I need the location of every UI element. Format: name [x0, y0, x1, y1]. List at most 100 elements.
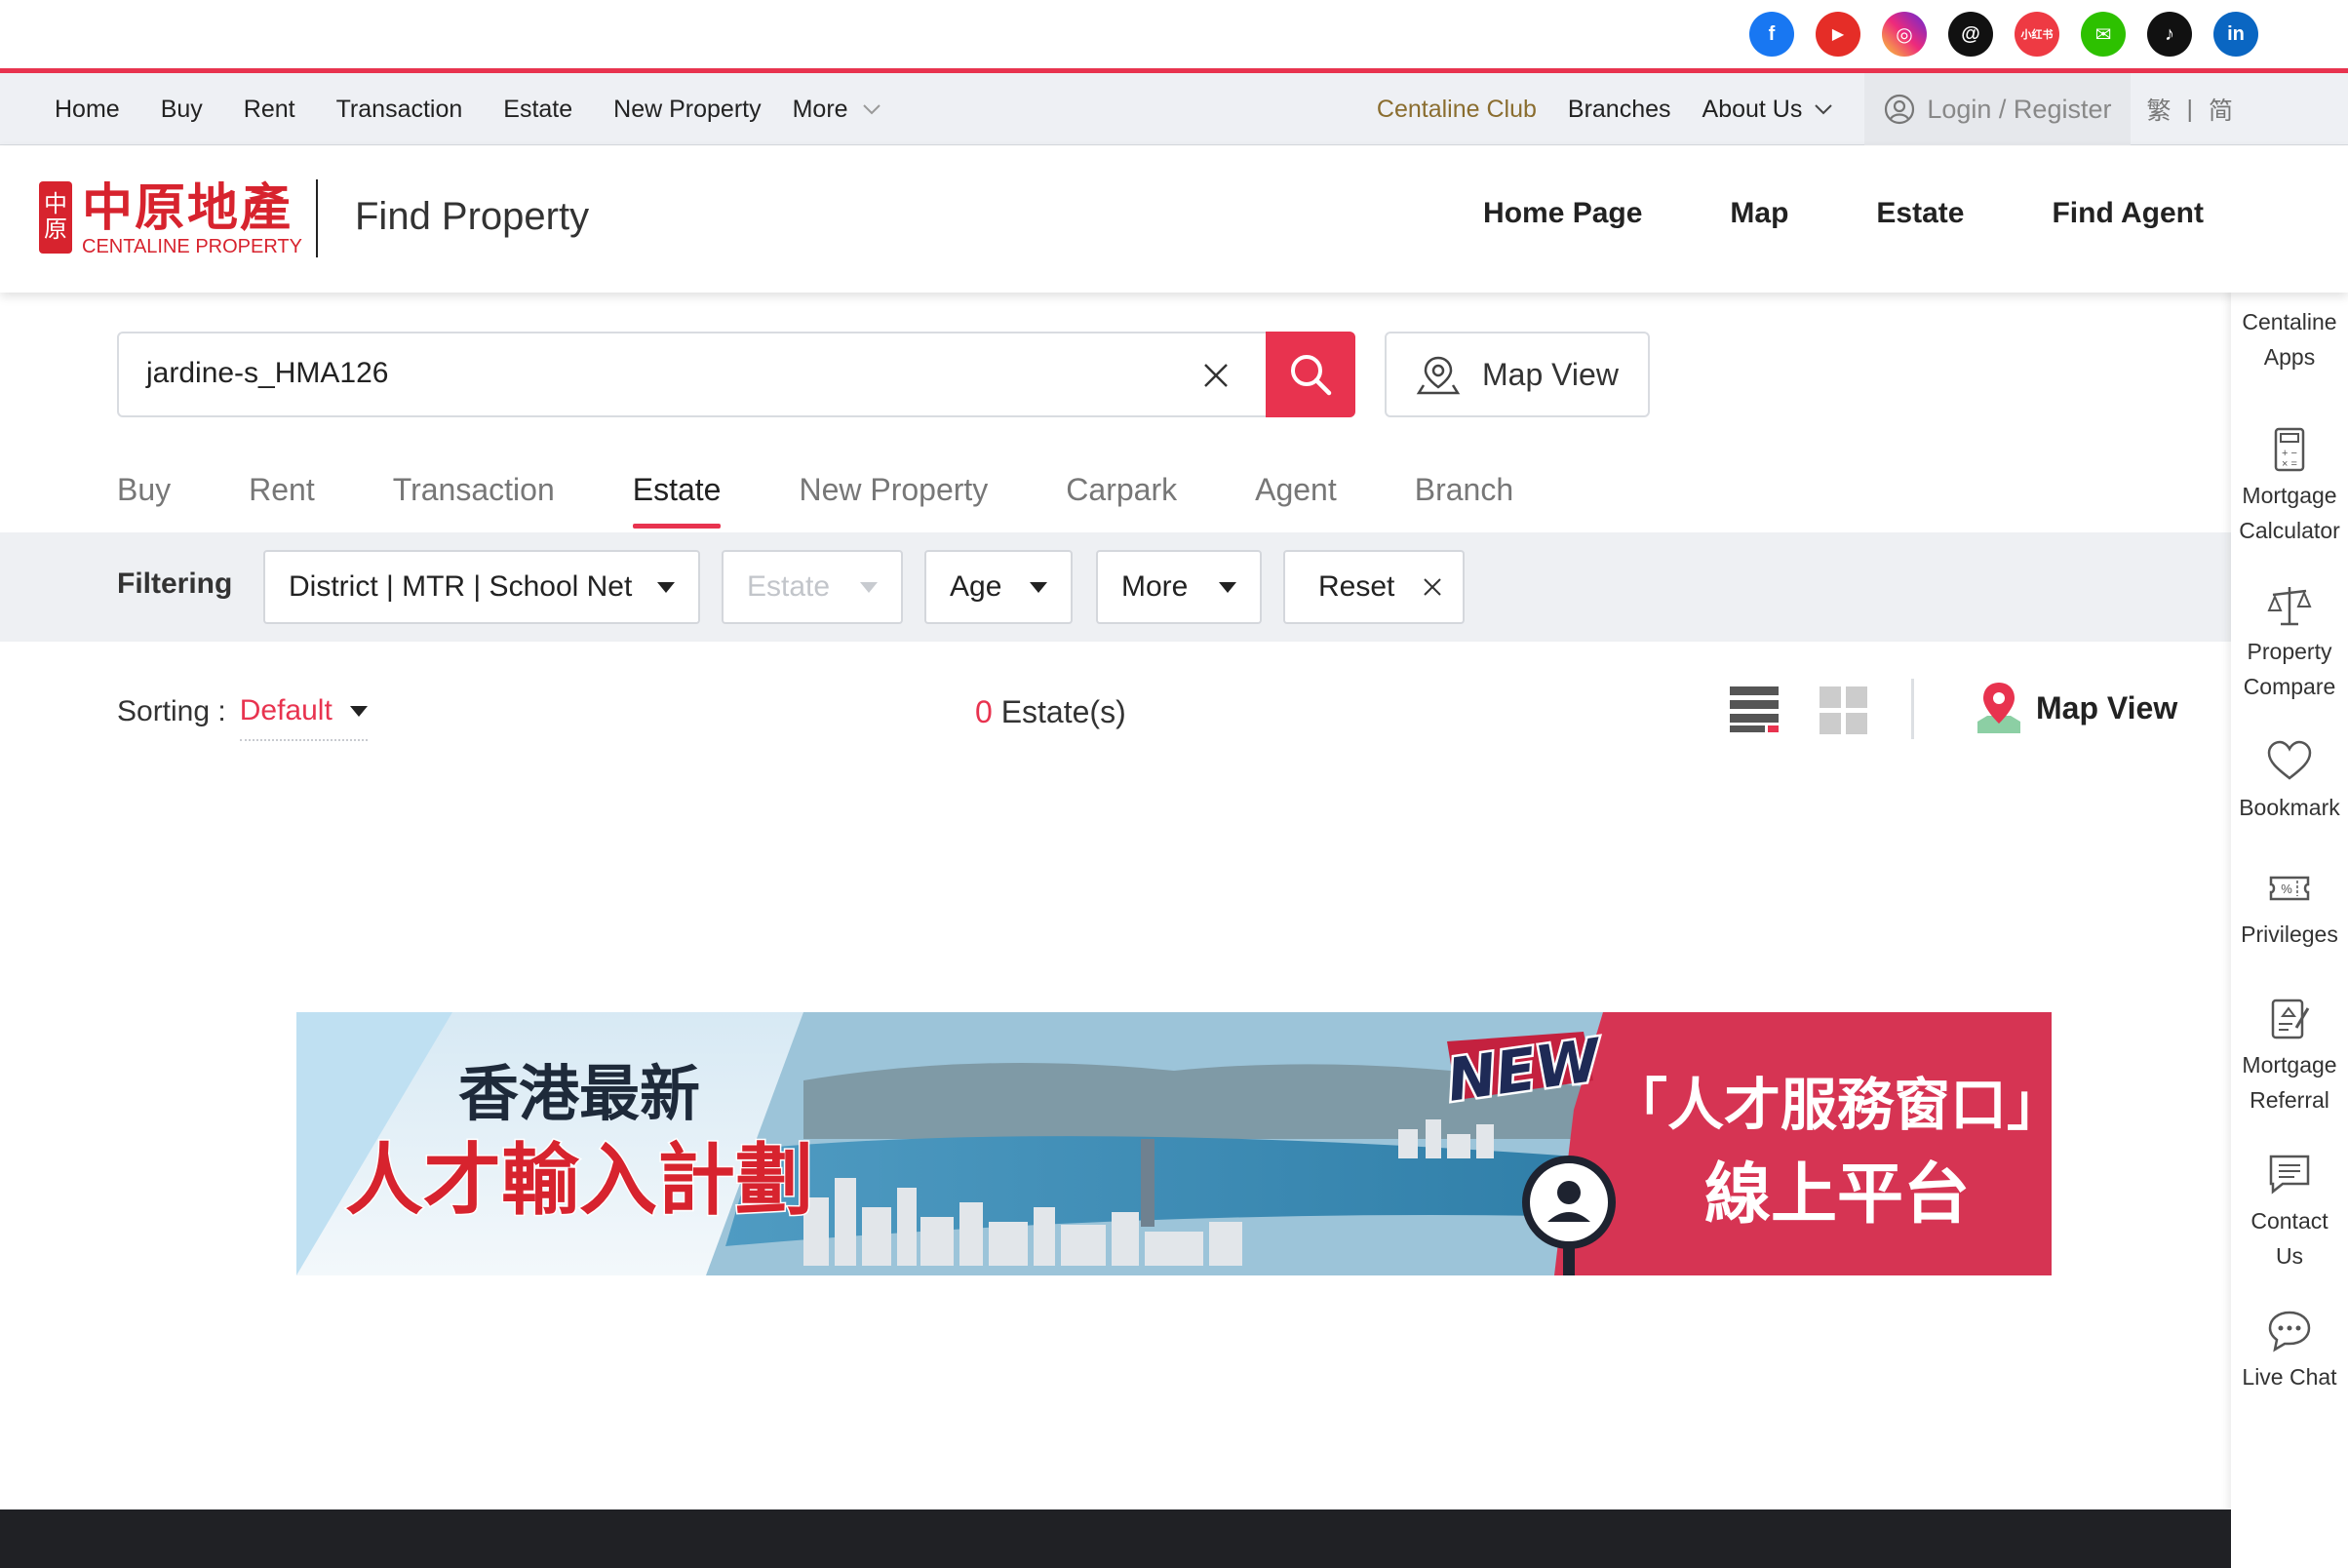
- sidebar-label: Us: [2275, 1243, 2304, 1269]
- grid-view-icon[interactable]: [1820, 686, 1868, 735]
- result-count: 0 Estate(s): [975, 694, 1126, 730]
- nav-map[interactable]: Map: [1730, 197, 1788, 230]
- youtube-icon[interactable]: ▶: [1816, 12, 1860, 57]
- tab-buy[interactable]: Buy: [117, 472, 171, 532]
- linkedin-icon[interactable]: in: [2213, 12, 2258, 57]
- sidebar-item-mortgage-calculator[interactable]: + − × = Mortgage Calculator: [2231, 425, 2348, 548]
- banner-line2: 人才輸入計劃: [345, 1135, 813, 1226]
- reset-filter-button[interactable]: Reset: [1283, 550, 1465, 624]
- caret-down-icon: [1219, 581, 1236, 593]
- district-filter-label: District | MTR | School Net: [289, 570, 633, 603]
- threads-icon[interactable]: @: [1948, 12, 1993, 57]
- map-pin-icon: [1416, 356, 1461, 395]
- caret-down-icon: [657, 581, 675, 593]
- sorting-value: Default: [239, 694, 333, 726]
- nav-estate[interactable]: Estate: [1876, 197, 1964, 230]
- tab-agent[interactable]: Agent: [1255, 472, 1337, 532]
- tab-transaction[interactable]: Transaction: [393, 472, 555, 532]
- sidebar-label: Centaline: [2242, 309, 2337, 334]
- centaline-club-link[interactable]: Centaline Club: [1377, 96, 1537, 124]
- form-icon: [2271, 999, 2310, 1039]
- tab-estate[interactable]: Estate: [632, 472, 721, 532]
- facebook-icon[interactable]: f: [1749, 12, 1794, 57]
- sidebar-item-contact-us[interactable]: Contact Us: [2231, 1151, 2348, 1274]
- sidebar-item-bookmark[interactable]: Bookmark: [2231, 737, 2348, 825]
- results-map-view-link[interactable]: Map View: [1974, 681, 2177, 735]
- logo-chinese: 中原地產: [82, 180, 294, 237]
- logo-seal-top: 中: [44, 190, 67, 217]
- sidebar-label: Mortgage: [2242, 483, 2337, 508]
- branches-link[interactable]: Branches: [1568, 96, 1671, 124]
- map-view-label: Map View: [1482, 356, 1619, 392]
- caret-down-icon: [349, 705, 368, 717]
- social-icons: f ▶ ◎ @ 小红书 ✉ ♪ in: [1749, 12, 2258, 57]
- instagram-icon[interactable]: ◎: [1882, 12, 1927, 57]
- result-count-number: 0: [975, 694, 993, 729]
- tiktok-icon[interactable]: ♪: [2147, 12, 2192, 57]
- search-button[interactable]: [1266, 332, 1355, 417]
- logo[interactable]: 中 原 中原地產 CENTALINE PROPERTY: [39, 181, 302, 257]
- tab-rent[interactable]: Rent: [249, 472, 315, 532]
- search-bar: jardine-s_HMA126: [117, 332, 1355, 417]
- right-sidebar: Centaline Apps + − × = Mortgage Calculato…: [2231, 263, 2348, 1568]
- search-input[interactable]: jardine-s_HMA126: [146, 357, 388, 390]
- topnav-rent[interactable]: Rent: [244, 96, 295, 124]
- logo-seal: 中 原: [39, 181, 72, 254]
- chevron-down-icon: [862, 104, 880, 115]
- promo-banner[interactable]: 香港最新 人才輸入計劃 NEW 「人才服務窗口」 線上平台: [296, 1012, 2052, 1275]
- topnav-new-property[interactable]: New Property: [613, 96, 761, 124]
- topnav-buy[interactable]: Buy: [161, 96, 203, 124]
- sidebar-item-property-compare[interactable]: Property Compare: [2231, 581, 2348, 704]
- nav-find-agent[interactable]: Find Agent: [2052, 197, 2204, 230]
- footer: [0, 1509, 2231, 1568]
- lang-separator: |: [2186, 95, 2193, 123]
- topnav-estate[interactable]: Estate: [503, 96, 572, 124]
- estate-filter-dropdown: Estate: [722, 550, 903, 624]
- close-icon: [1424, 578, 1441, 596]
- banner-right-line1: 「人才服務窗口」: [1611, 1072, 2052, 1138]
- tab-carpark[interactable]: Carpark: [1066, 472, 1177, 532]
- sidebar-item-mortgage-referral[interactable]: Mortgage Referral: [2231, 995, 2348, 1117]
- topnav-transaction[interactable]: Transaction: [336, 96, 463, 124]
- login-register-button[interactable]: Login / Register: [1864, 73, 2132, 145]
- wechat-icon[interactable]: ✉: [2081, 12, 2126, 57]
- topnav-home[interactable]: Home: [55, 96, 120, 124]
- district-filter-dropdown[interactable]: District | MTR | School Net: [263, 550, 700, 624]
- chevron-down-icon: [1815, 104, 1833, 115]
- tab-new-property[interactable]: New Property: [799, 472, 988, 532]
- svg-text:× =: × =: [2282, 458, 2297, 470]
- sidebar-label: Live Chat: [2242, 1364, 2337, 1390]
- user-icon: [1885, 94, 1915, 125]
- filter-bar: Filtering District | MTR | School Net Es…: [0, 532, 2231, 642]
- main-nav: Home Page Map Estate Find Agent: [1483, 197, 2204, 230]
- filter-label: Filtering: [117, 568, 233, 600]
- more-filter-dropdown[interactable]: More: [1096, 550, 1262, 624]
- topnav-more[interactable]: More: [793, 96, 881, 124]
- tab-branch[interactable]: Branch: [1415, 472, 1513, 532]
- more-filter-label: More: [1121, 570, 1189, 603]
- clear-icon[interactable]: [1199, 359, 1233, 392]
- xiaohongshu-icon[interactable]: 小红书: [2015, 12, 2059, 57]
- sorting-control: Sorting : Default: [117, 688, 368, 741]
- logo-seal-bottom: 原: [44, 216, 67, 243]
- sidebar-item-privileges[interactable]: % Privileges: [2231, 864, 2348, 952]
- about-us-label: About Us: [1702, 95, 1803, 123]
- lang-simplified[interactable]: 简: [2209, 92, 2233, 127]
- map-view-button[interactable]: Map View: [1385, 332, 1650, 417]
- list-view-icon[interactable]: [1730, 685, 1779, 733]
- banner-line1: 香港最新: [458, 1058, 700, 1129]
- age-filter-dropdown[interactable]: Age: [924, 550, 1073, 624]
- nav-home-page[interactable]: Home Page: [1483, 197, 1642, 230]
- top-nav: Home Buy Rent Transaction Estate New Pro…: [0, 73, 2348, 145]
- scale-icon: [2267, 587, 2312, 626]
- sidebar-item-live-chat[interactable]: Live Chat: [2231, 1307, 2348, 1394]
- sidebar-label: Privileges: [2241, 921, 2338, 947]
- about-us-menu[interactable]: About Us: [1702, 96, 1834, 124]
- top-nav-right: Centaline Club Branches About Us Login /…: [1377, 73, 2233, 145]
- site-header: 中 原 中原地產 CENTALINE PROPERTY Find Propert…: [0, 146, 2348, 293]
- promo-banner-image: 香港最新 人才輸入計劃 NEW 「人才服務窗口」 線上平台: [296, 1012, 2052, 1275]
- sorting-dropdown[interactable]: Default: [239, 694, 368, 741]
- logo-divider: [316, 179, 318, 257]
- lang-traditional[interactable]: 繁: [2146, 92, 2171, 127]
- results-map-view-label: Map View: [2036, 689, 2178, 725]
